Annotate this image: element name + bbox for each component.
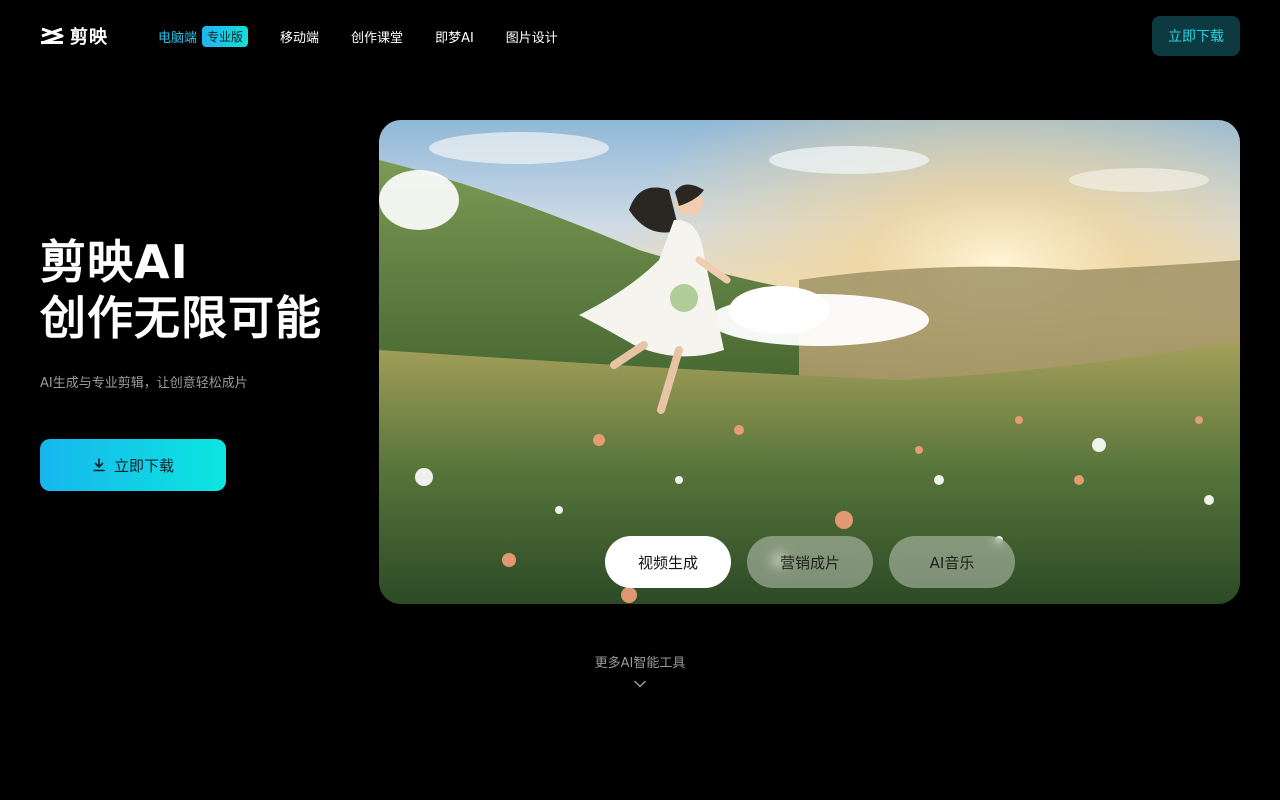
nav-item-label: 电脑端 [158, 30, 198, 46]
showcase-illustration [379, 120, 1240, 604]
hero-showcase-image: 视频生成 营销成片 AI音乐 [379, 120, 1240, 604]
download-icon [93, 458, 105, 472]
tab-video-generation[interactable]: 视频生成 [605, 536, 731, 588]
showcase-tabs: 视频生成 营销成片 AI音乐 [605, 536, 1015, 588]
nav-item-label: 创作课堂 [351, 30, 404, 46]
chevron-down-icon [634, 680, 646, 688]
more-ai-tools-label: 更多AI智能工具 [594, 656, 686, 671]
brand-logo[interactable]: 剪映 [40, 24, 108, 48]
site-header: 剪映 电脑端 专业版 移动端 创作课堂 即梦AI 图片设计 立即下载 [0, 0, 1280, 72]
nav-item-label: 移动端 [280, 30, 320, 46]
hero-title-line-2: 创作无限可能 [40, 291, 322, 345]
header-download-button[interactable]: 立即下载 [1152, 16, 1240, 56]
brand-name: 剪映 [70, 27, 108, 48]
pro-badge: 专业版 [202, 25, 249, 47]
hero-title-line-1: 剪映AI [40, 235, 189, 289]
hero-download-button[interactable]: 立即下载 [40, 439, 226, 491]
more-ai-tools-link[interactable]: 更多AI智能工具 [540, 652, 740, 691]
tab-marketing-video[interactable]: 营销成片 [747, 536, 873, 588]
hero-download-label: 立即下载 [113, 456, 174, 475]
nav-item-mobile[interactable]: 移动端 [280, 27, 319, 46]
main-nav: 电脑端 专业版 移动端 创作课堂 即梦AI 图片设计 [158, 24, 590, 48]
nav-item-label: 图片设计 [505, 30, 558, 46]
nav-item-jimeng-ai[interactable]: 即梦AI [435, 27, 474, 46]
capcut-logo-icon [41, 27, 64, 45]
hero-subtitle: AI生成与专业剪辑，让创意轻松成片 [40, 376, 248, 391]
nav-item-label: 即梦AI [435, 30, 474, 46]
nav-item-classroom[interactable]: 创作课堂 [351, 27, 403, 46]
tab-ai-music[interactable]: AI音乐 [889, 536, 1015, 588]
nav-item-image-design[interactable]: 图片设计 [506, 27, 558, 46]
nav-item-desktop[interactable]: 电脑端 专业版 [158, 25, 249, 47]
hero-title: 剪映AI 创作无限可能 [40, 234, 322, 346]
